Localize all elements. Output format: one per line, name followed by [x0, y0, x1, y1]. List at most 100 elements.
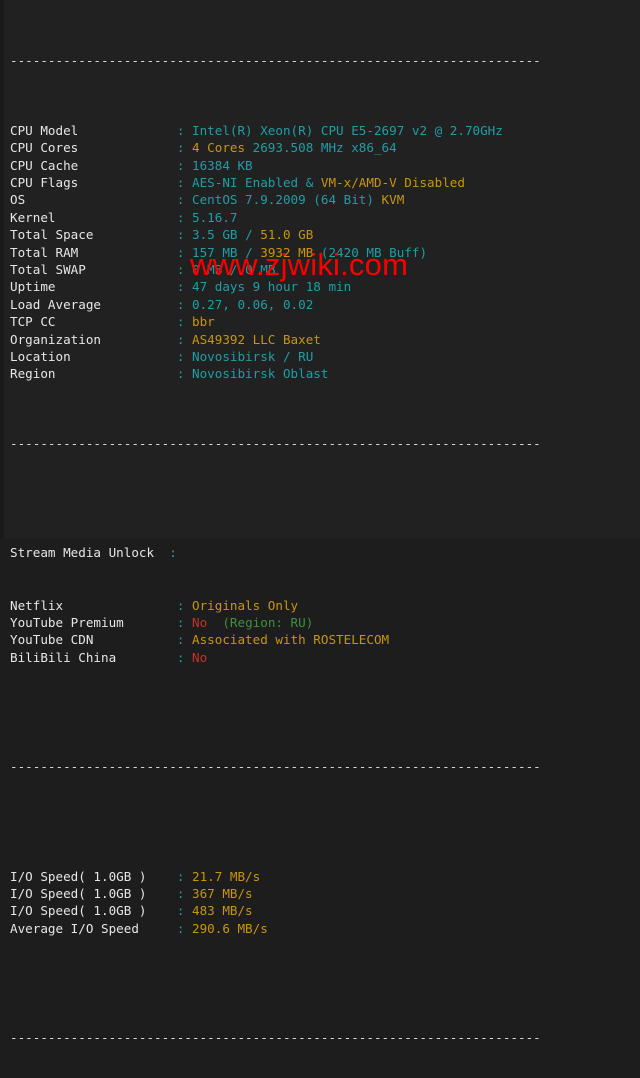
row-label: Load Average [10, 296, 177, 312]
row-colon: : [176, 261, 192, 277]
terminal-window: ----------------------------------------… [0, 0, 640, 1045]
system-info-row: Region : Novosibirsk Oblast [10, 365, 640, 382]
system-info-row: CPU Model : Intel(R) Xeon(R) CPU E5-2697… [10, 122, 640, 139]
system-info-row: Load Average : 0.27, 0.06, 0.02 [10, 296, 640, 313]
system-info-row: TCP CC : bbr [10, 313, 640, 330]
separator-after-system: ----------------------------------------… [10, 435, 541, 451]
row-colon: : [176, 227, 192, 243]
system-info-row: Kernel : 5.16.7 [10, 209, 640, 226]
row-label: Region [10, 366, 177, 382]
row-value: 4 Cores [191, 140, 246, 156]
row-value: RU [298, 348, 314, 364]
row-label: I/O Speed( 1.0GB ) [10, 885, 177, 901]
stream-media-header-label: Stream Media Unlock [10, 545, 170, 561]
row-label: CPU Cores [10, 140, 177, 156]
system-info-row: Total SWAP : 0 MB / 0 MB [10, 261, 640, 278]
row-value: 157 MB [191, 244, 238, 260]
row-label: BiliBili China [10, 649, 177, 665]
row-label: Netflix [10, 597, 177, 613]
row-colon: : [176, 348, 192, 364]
system-info-row: Total RAM : 157 MB / 3932 MB (2420 MB Bu… [10, 244, 640, 261]
row-value: 3.5 GB [191, 227, 238, 243]
system-info-row: Organization : AS49392 LLC Baxet [10, 331, 640, 348]
row-label: I/O Speed( 1.0GB ) [10, 868, 177, 884]
row-label: Organization [10, 331, 177, 347]
row-label: Total Space [10, 227, 177, 243]
stream-media-header-colon: : [169, 545, 177, 561]
row-value: / [275, 348, 299, 364]
stream-media-row: YouTube Premium : No (Region: RU) [10, 614, 640, 631]
row-label: Kernel [10, 209, 177, 225]
row-value: / [222, 261, 246, 277]
row-colon: : [176, 279, 192, 295]
io-speed-section: I/O Speed( 1.0GB ) : 21.7 MB/s I/O Speed(… [10, 868, 640, 938]
row-value: Associated with ROSTELECOM [191, 632, 390, 648]
io-speed-row: I/O Speed( 1.0GB ) : 21.7 MB/s [10, 868, 640, 885]
io-speed-row: I/O Speed( 1.0GB ) : 367 MB/s [10, 885, 640, 902]
row-value: 3932 MB [260, 244, 314, 260]
row-colon: : [176, 122, 192, 138]
row-value: Novosibirsk Oblast [191, 366, 329, 382]
system-info-row: Uptime : 47 days 9 hour 18 min [10, 278, 640, 295]
row-label: I/O Speed( 1.0GB ) [10, 903, 177, 919]
row-label: Location [10, 348, 177, 364]
separator-after-io: ----------------------------------------… [10, 1030, 541, 1046]
row-value: 0 MB [191, 261, 223, 277]
row-colon: : [176, 331, 192, 347]
row-label: OS [10, 192, 177, 208]
stream-media-row: BiliBili China : No [10, 649, 640, 666]
row-colon: : [176, 632, 192, 648]
io-speed-row: Average I/O Speed : 290.6 MB/s [10, 920, 640, 937]
stream-media-section: Netflix : Originals Only YouTube Premium … [10, 597, 640, 667]
row-colon: : [176, 192, 192, 208]
system-info-row: CPU Cache : 16384 KB [10, 157, 640, 174]
row-value: Originals Only [191, 597, 299, 613]
row-colon: : [176, 244, 192, 260]
system-info-row: Location : Novosibirsk / RU [10, 348, 640, 365]
row-value: 16384 KB [191, 157, 253, 173]
row-value: CentOS 7.9.2009 (64 Bit) [191, 192, 382, 208]
row-label: CPU Flags [10, 175, 177, 190]
stream-media-header: Stream Media Unlock : [10, 544, 640, 561]
row-colon: : [176, 868, 192, 884]
row-value: 367 MB/s [191, 885, 253, 901]
row-value: 0 MB [245, 261, 276, 277]
row-label: TCP CC [10, 314, 177, 330]
row-colon: : [176, 903, 192, 919]
row-colon: : [176, 614, 192, 630]
row-value: AES-NI Enabled [191, 175, 299, 190]
row-colon: : [176, 649, 192, 665]
row-value: 0.27, 0.06, 0.02 [191, 296, 314, 312]
system-info-row: Total Space : 3.5 GB / 51.0 GB [10, 226, 640, 243]
row-colon: : [176, 175, 192, 190]
row-value: / [237, 244, 261, 260]
row-colon: : [176, 885, 192, 901]
row-colon: : [176, 366, 192, 382]
row-value: KVM [381, 192, 405, 208]
io-speed-row: I/O Speed( 1.0GB ) : 483 MB/s [10, 902, 640, 919]
row-label: Average I/O Speed [10, 920, 177, 936]
row-value: bbr [191, 314, 215, 330]
row-value: (Region: RU) [207, 614, 314, 630]
row-colon: : [176, 314, 192, 330]
row-value: (2420 MB Buff) [313, 244, 428, 260]
row-colon: : [176, 920, 192, 936]
row-colon: : [176, 296, 192, 312]
row-value: AS49392 LLC Baxet [191, 331, 321, 347]
row-label: CPU Model [10, 122, 177, 138]
row-value: / [237, 227, 261, 243]
system-info-section: CPU Model : Intel(R) Xeon(R) CPU E5-2697… [10, 122, 640, 383]
row-colon: : [176, 209, 192, 225]
row-value: No [191, 614, 208, 630]
row-value: No [191, 649, 208, 665]
row-colon: : [176, 157, 192, 173]
row-colon: : [176, 140, 192, 156]
row-label: Uptime [10, 279, 177, 295]
row-label: YouTube Premium [10, 614, 177, 630]
stream-media-row: YouTube CDN : Associated with ROSTELECOM [10, 631, 640, 648]
system-info-row: CPU Flags : AES-NI Enabled & VM-x/AMD-V … [10, 174, 640, 191]
